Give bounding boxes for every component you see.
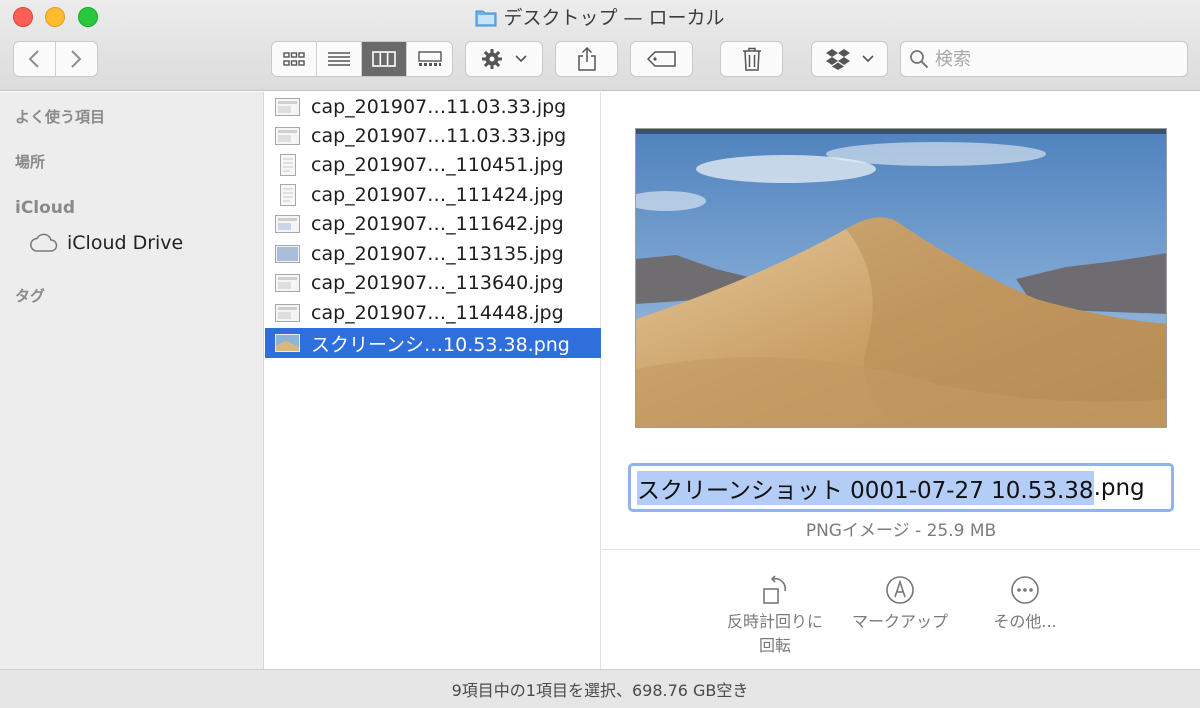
trash-icon xyxy=(742,47,761,71)
action-menu-button[interactable] xyxy=(465,41,543,77)
forward-button[interactable] xyxy=(56,42,98,76)
screenshot-thumb-icon xyxy=(275,303,300,323)
screenshot-thumb-icon xyxy=(275,97,300,117)
markup-button[interactable]: マークアップ xyxy=(840,572,960,634)
icon-view-button[interactable] xyxy=(272,42,317,76)
file-name: cap_201907…_114448.jpg xyxy=(311,302,564,324)
share-button[interactable] xyxy=(555,41,618,77)
file-row[interactable]: cap_201907…_111642.jpg xyxy=(265,209,601,239)
sidebar-item-label: iCloud Drive xyxy=(67,232,184,254)
file-name: cap_201907…_110451.jpg xyxy=(311,154,564,176)
sidebar-item-icloud-drive[interactable]: iCloud Drive xyxy=(28,232,183,254)
cloud-icon xyxy=(30,233,58,252)
file-row[interactable]: cap_201907…_113640.jpg xyxy=(265,268,601,298)
list-view-icon xyxy=(328,52,350,66)
action-label: 回転 xyxy=(758,636,791,655)
toolbar: デスクトップ — ローカル xyxy=(0,0,1200,91)
desert-thumb-icon xyxy=(275,333,300,353)
folder-icon xyxy=(475,8,497,33)
screenshot-thumb-icon xyxy=(275,126,300,146)
file-row[interactable]: cap_201907…11.03.33.jpg xyxy=(265,121,601,151)
action-label: マークアップ xyxy=(851,612,948,631)
screenshot-thumb-icon xyxy=(275,273,300,293)
status-bar: 9項目中の1項目を選択、698.76 GB空き xyxy=(0,669,1200,708)
window-title-area: デスクトップ — ローカル xyxy=(0,6,1200,33)
filename-rename-field[interactable]: スクリーンショット 0001-07-27 10.53.38 .png xyxy=(628,463,1174,512)
tag-icon xyxy=(646,51,676,67)
trash-button[interactable] xyxy=(720,41,783,77)
column-view-button[interactable] xyxy=(362,42,407,76)
file-row-selected[interactable]: スクリーンシ…10.53.38.png xyxy=(265,328,601,358)
tag-button[interactable] xyxy=(630,41,693,77)
markup-icon xyxy=(886,576,914,604)
file-name: cap_201907…11.03.33.jpg xyxy=(311,96,567,118)
gallery-view-icon xyxy=(417,51,442,66)
desert-image xyxy=(636,129,1166,427)
file-name: cap_201907…_113640.jpg xyxy=(311,272,564,294)
sidebar-section-tags: タグ xyxy=(15,287,46,305)
search-input[interactable] xyxy=(935,48,1175,70)
search-icon xyxy=(910,50,929,69)
more-actions-button[interactable]: その他... xyxy=(965,572,1085,634)
filename-extension: .png xyxy=(1093,474,1145,501)
share-icon xyxy=(577,47,596,71)
file-column: cap_201907…11.03.33.jpg cap_201907…11.03… xyxy=(265,92,601,669)
back-button[interactable] xyxy=(14,42,56,76)
navigation-buttons xyxy=(13,41,98,77)
sidebar: よく使う項目 場所 iCloud iCloud Drive タグ xyxy=(0,92,264,669)
sidebar-section-locations: 場所 xyxy=(15,153,46,171)
rotate-left-button[interactable]: 反時計回りに 回転 xyxy=(715,572,835,658)
filename-base: スクリーンショット 0001-07-27 10.53.38 xyxy=(637,470,1094,505)
search-field[interactable] xyxy=(900,41,1188,77)
file-row[interactable]: cap_201907…_110451.jpg xyxy=(265,150,601,180)
list-view-button[interactable] xyxy=(317,42,362,76)
rotate-left-icon xyxy=(763,575,787,604)
dropbox-button[interactable] xyxy=(811,41,888,77)
sidebar-section-icloud: iCloud xyxy=(15,198,76,218)
screenshot-thumb-icon xyxy=(275,214,300,234)
preview-pane: スクリーンショット 0001-07-27 10.53.38 .png PNGイメー… xyxy=(602,92,1200,669)
sidebar-section-favorites: よく使う項目 xyxy=(15,108,106,126)
action-label: その他... xyxy=(993,612,1057,631)
file-name: cap_201907…11.03.33.jpg xyxy=(311,125,567,147)
divider xyxy=(602,549,1200,550)
mini-menubar xyxy=(636,129,1166,134)
preview-thumbnail[interactable] xyxy=(635,128,1167,428)
column-view-icon xyxy=(372,51,396,67)
chevron-down-icon xyxy=(861,55,874,63)
file-name: cap_201907…_111642.jpg xyxy=(311,213,564,235)
file-name: cap_201907…_111424.jpg xyxy=(311,184,564,206)
chevron-right-icon xyxy=(71,50,82,68)
window-title: デスクトップ — ローカル xyxy=(503,7,725,29)
file-kind-size: PNGイメージ - 25.9 MB xyxy=(805,521,997,541)
more-icon xyxy=(1011,576,1039,604)
icon-view-icon xyxy=(283,52,305,66)
action-label: 反時計回りに xyxy=(726,612,823,631)
file-row[interactable]: cap_201907…_114448.jpg xyxy=(265,298,601,328)
chevron-down-icon xyxy=(515,55,527,63)
file-row[interactable]: cap_201907…_113135.jpg xyxy=(265,239,601,269)
status-text: 9項目中の1項目を選択、698.76 GB空き xyxy=(451,681,749,700)
gear-icon xyxy=(482,49,502,69)
document-thumb-icon xyxy=(275,184,300,206)
dropbox-icon xyxy=(825,49,850,70)
screenshot-thumb-icon xyxy=(275,244,300,264)
file-name: cap_201907…_113135.jpg xyxy=(311,243,564,265)
file-name: スクリーンシ…10.53.38.png xyxy=(311,333,570,356)
document-thumb-icon xyxy=(275,154,300,176)
view-mode-switcher xyxy=(271,41,453,77)
gallery-view-button[interactable] xyxy=(407,42,452,76)
file-row[interactable]: cap_201907…_111424.jpg xyxy=(265,180,601,210)
chevron-left-icon xyxy=(28,50,39,68)
file-row[interactable]: cap_201907…11.03.33.jpg xyxy=(265,92,601,122)
